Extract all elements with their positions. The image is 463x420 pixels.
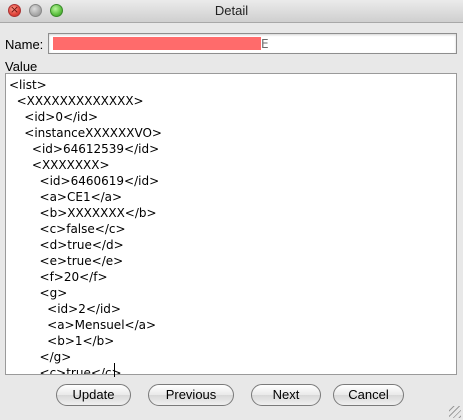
value-line: <id>64612539</id> — [9, 142, 160, 156]
name-label: Name: — [5, 37, 44, 52]
value-line: <id>0</id> — [9, 110, 99, 124]
value-line: <b>XXXXXXX</b> — [9, 206, 157, 220]
value-line: <list> — [9, 78, 47, 92]
value-line: <f>20</f> — [9, 270, 108, 284]
value-label: Value — [5, 59, 38, 74]
value-line: <e>true</e> — [9, 254, 124, 268]
next-button[interactable]: Next — [251, 384, 321, 406]
value-line: <id>6460619</id> — [9, 174, 160, 188]
value-line: <id>2</id> — [9, 302, 121, 316]
value-line: <c>false</c> — [9, 222, 126, 236]
value-line: <d>true</d> — [9, 238, 124, 252]
text-caret — [114, 363, 115, 377]
window-title: Detail — [214, 3, 249, 18]
previous-button[interactable]: Previous — [148, 384, 234, 406]
redaction-bar — [53, 37, 261, 50]
value-line: <c>true</c> — [9, 366, 122, 375]
value-textarea[interactable]: <list> <XXXXXXXXXXXXX> <id>0</id> <insta… — [5, 73, 457, 375]
value-line: <XXXXXXXXXXXXX> — [9, 94, 144, 108]
name-field[interactable]: E — [48, 33, 457, 54]
detail-window: Detail Name: E Value <list> <XXXXXXXXXXX… — [0, 0, 463, 420]
value-line: <a>Mensuel</a> — [9, 318, 157, 332]
value-line: <b>1</b> — [9, 334, 115, 348]
button-bar: Update Previous Next Cancel — [0, 384, 463, 408]
update-button[interactable]: Update — [56, 384, 131, 406]
value-line: <a>CE1</a> — [9, 190, 123, 204]
value-text: <list> <XXXXXXXXXXXXX> <id>0</id> <insta… — [9, 77, 162, 375]
value-line: </g> — [9, 350, 72, 364]
value-line: <g> — [9, 286, 68, 300]
title-bar[interactable]: Detail — [0, 0, 463, 23]
cancel-button[interactable]: Cancel — [333, 384, 404, 406]
value-line: <instanceXXXXXXVO> — [9, 126, 162, 140]
resize-grip[interactable] — [449, 406, 461, 418]
value-line: <XXXXXXX> — [9, 158, 110, 172]
